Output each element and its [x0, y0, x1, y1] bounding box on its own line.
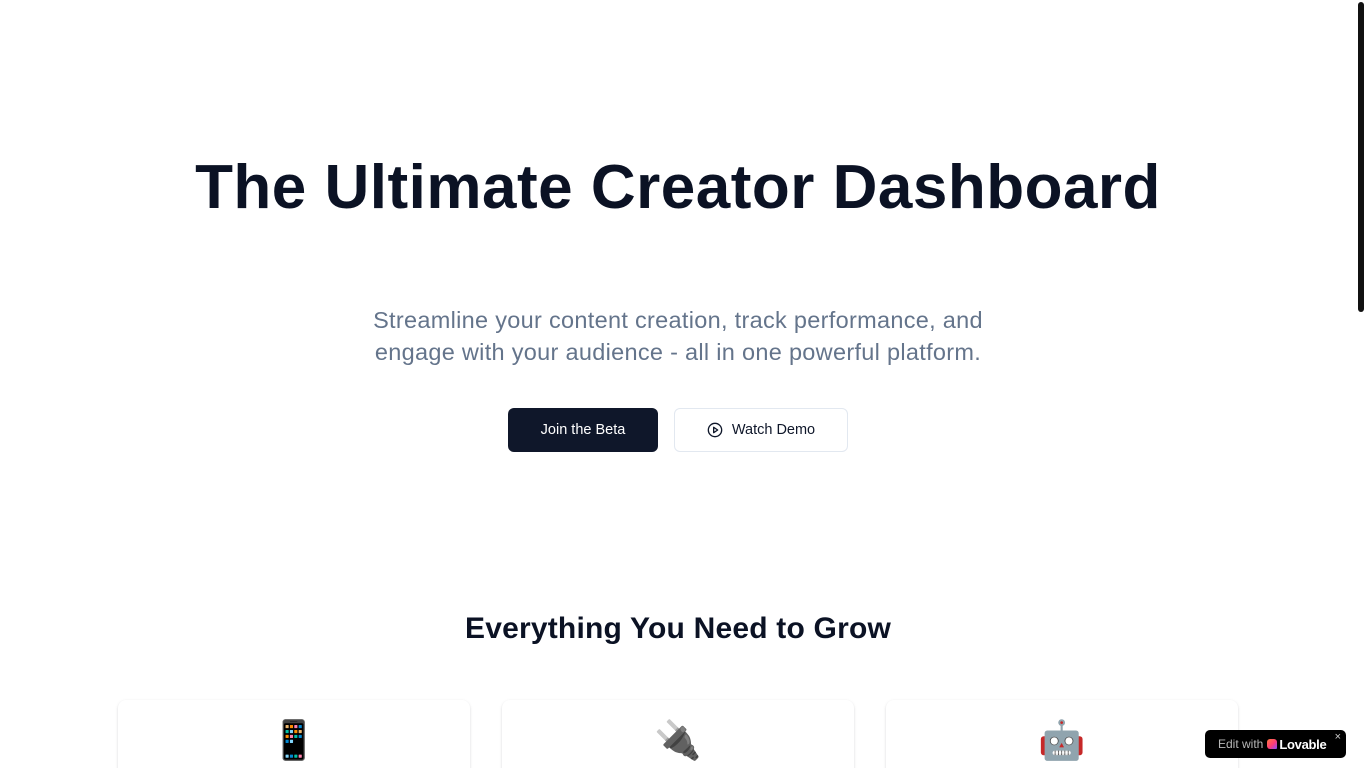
edit-with-lovable-badge[interactable]: Edit with Lovable × — [1205, 730, 1346, 758]
hero-title: The Ultimate Creator Dashboard — [195, 153, 1161, 222]
watch-demo-label: Watch Demo — [731, 422, 816, 438]
lovable-heart-icon — [1267, 739, 1278, 749]
feature-card: 🔌 — [502, 700, 854, 768]
scrollbar-thumb[interactable] — [1358, 2, 1364, 312]
robot-icon: 🤖 — [1038, 720, 1086, 762]
feature-card: 📱 — [118, 700, 470, 768]
close-icon[interactable]: × — [1335, 731, 1341, 743]
mobile-phone-icon: 📱 — [270, 720, 318, 762]
feature-card: 🤖 — [886, 700, 1238, 768]
badge-brand-name: Lovable — [1279, 736, 1327, 752]
features-title: Everything You Need to Grow — [464, 612, 891, 645]
badge-prefix: Edit with — [1218, 737, 1264, 751]
hero-subtitle-wrap: Streamline your content creation, track … — [0, 304, 1356, 368]
hero-subtitle: Streamline your content creation, track … — [373, 307, 983, 365]
join-beta-button[interactable]: Join the Beta — [508, 408, 658, 452]
watch-demo-button[interactable]: Watch Demo — [674, 408, 848, 452]
cta-row: Join the Beta Watch Demo — [508, 408, 848, 452]
lovable-logo: Lovable — [1267, 736, 1327, 752]
electric-plug-icon: 🔌 — [654, 720, 702, 762]
landing-page: The Ultimate Creator Dashboard Streamlin… — [0, 0, 1366, 768]
play-circle-icon — [707, 422, 723, 438]
